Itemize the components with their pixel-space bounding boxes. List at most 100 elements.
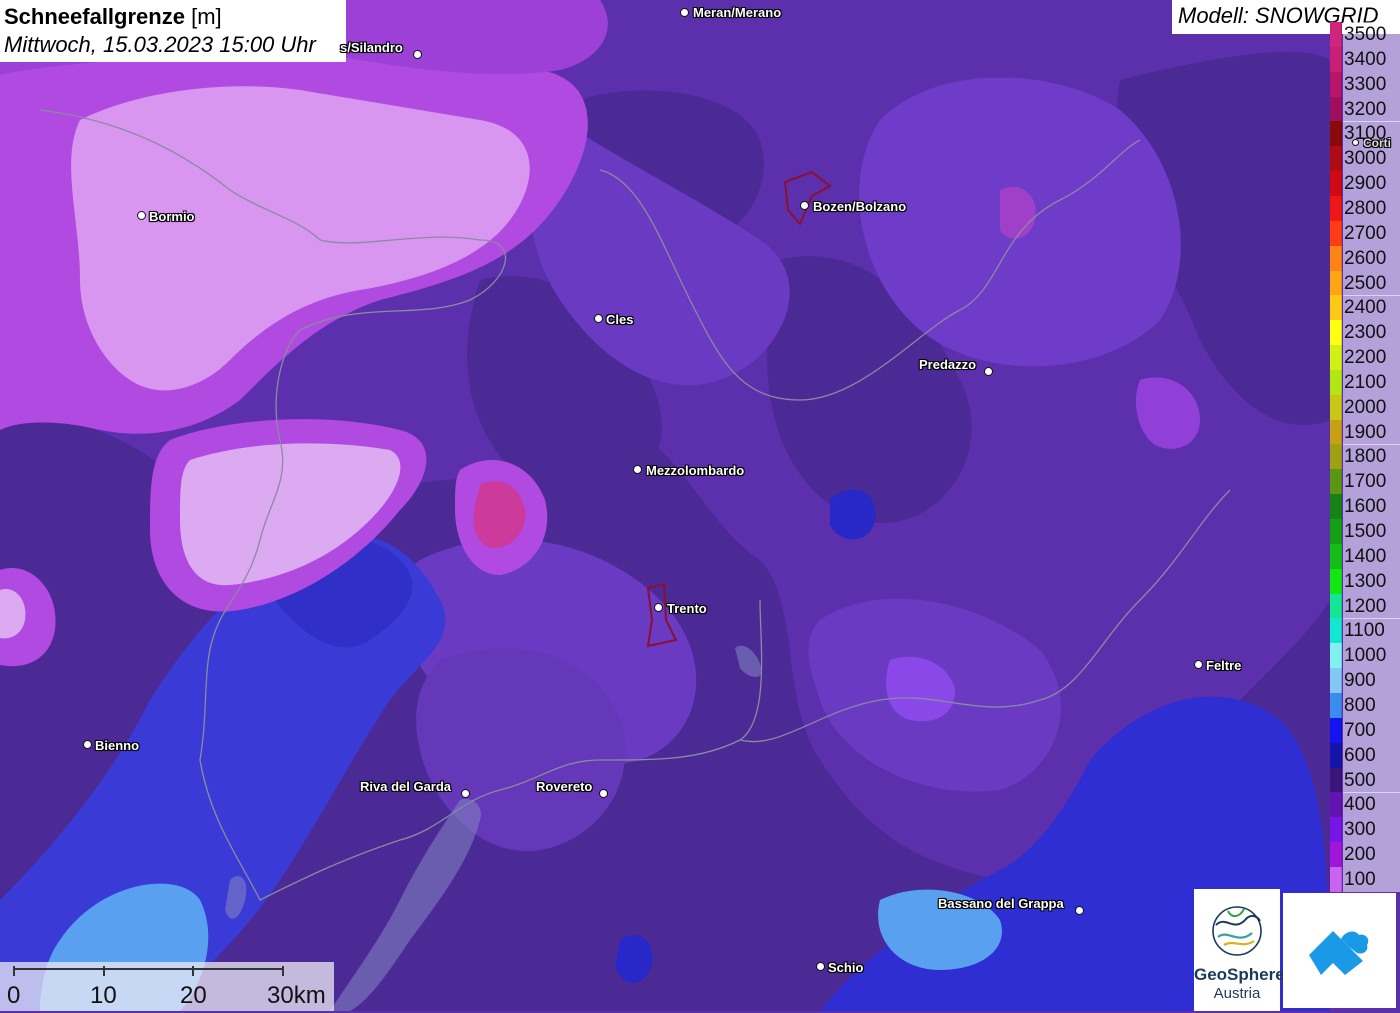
legend-swatch <box>1330 171 1342 197</box>
legend-swatch <box>1330 817 1342 843</box>
legend-label: 1700 <box>1343 469 1400 495</box>
legend-swatch <box>1330 22 1342 47</box>
legend-row: 800 <box>1330 692 1400 718</box>
legend-label: 800 <box>1343 692 1400 718</box>
legend-row: 600 <box>1330 742 1400 768</box>
map-title-unit: [m] <box>191 4 222 29</box>
legend-row: 2100 <box>1330 369 1400 395</box>
legend-label: 1600 <box>1343 494 1400 520</box>
legend-label: 3400 <box>1343 46 1400 72</box>
legend-swatch <box>1330 220 1342 246</box>
city-label: Schio <box>828 960 864 975</box>
legend-label: 100 <box>1343 866 1400 892</box>
app-logo[interactable] <box>1283 893 1396 1008</box>
legend-label: 200 <box>1343 842 1400 868</box>
legend-label: 900 <box>1343 668 1400 694</box>
legend-label: 3200 <box>1343 96 1400 122</box>
city-dot <box>83 740 92 749</box>
map-title: Schneefallgrenze [m] <box>4 3 342 31</box>
scale-label-30km: 30km <box>267 982 326 1009</box>
map-title-main: Schneefallgrenze <box>4 4 185 29</box>
legend-swatch <box>1330 568 1342 594</box>
legend-label: 2600 <box>1343 245 1400 271</box>
geosphere-emblem-icon <box>1212 906 1262 956</box>
city-dot <box>654 603 663 612</box>
snowfall-map[interactable] <box>0 0 1400 1011</box>
legend-swatch <box>1330 593 1342 619</box>
legend-label: 2500 <box>1343 270 1400 296</box>
legend-label: 300 <box>1343 817 1400 843</box>
map-datetime: Mittwoch, 15.03.2023 15:00 Uhr <box>4 32 316 57</box>
legend-row: 1600 <box>1330 494 1400 520</box>
legend-row: 3500 <box>1330 22 1400 47</box>
city-dot <box>1352 139 1359 146</box>
legend-swatch <box>1330 717 1342 743</box>
scale-label-10: 10 <box>90 982 117 1009</box>
legend-swatch <box>1330 444 1342 470</box>
legend-label: 1000 <box>1343 643 1400 669</box>
city-dot <box>984 367 993 376</box>
legend-row: 1200 <box>1330 593 1400 619</box>
city-dot <box>594 314 603 323</box>
legend-swatch <box>1330 767 1342 793</box>
legend-row: 1700 <box>1330 469 1400 495</box>
legend-label: 2100 <box>1343 369 1400 395</box>
legend-swatch <box>1330 320 1342 346</box>
legend-label: 1900 <box>1343 419 1400 445</box>
legend-label: 700 <box>1343 717 1400 743</box>
legend-label: 1300 <box>1343 568 1400 594</box>
scale-label-20: 20 <box>180 982 207 1009</box>
legend-swatch <box>1330 494 1342 520</box>
geosphere-logo-name: GeoSphere <box>1194 965 1285 984</box>
legend-row: 2800 <box>1330 195 1400 221</box>
legend-swatch <box>1330 668 1342 694</box>
city-dot <box>137 211 146 220</box>
legend-label: 2900 <box>1343 171 1400 197</box>
legend-swatch <box>1330 195 1342 221</box>
legend-label: 2200 <box>1343 345 1400 371</box>
legend-row: 3400 <box>1330 46 1400 72</box>
city-label: Corti <box>1363 136 1391 150</box>
legend-row: 1300 <box>1330 568 1400 594</box>
legend-label: 3300 <box>1343 71 1400 97</box>
scale-label-0: 0 <box>7 982 21 1009</box>
city-dot <box>800 201 809 210</box>
legend-swatch <box>1330 96 1342 122</box>
geosphere-logo[interactable]: GeoSphere Austria <box>1194 889 1285 1011</box>
app-logo-icon <box>1309 931 1369 975</box>
legend-label: 1800 <box>1343 444 1400 470</box>
title-box: Schneefallgrenze [m] Mittwoch, 15.03.202… <box>0 0 346 62</box>
legend-row: 100 <box>1330 866 1400 892</box>
legend-row: 400 <box>1330 792 1400 818</box>
city-dot <box>413 50 422 59</box>
legend-row: 900 <box>1330 668 1400 694</box>
legend-row: 2400 <box>1330 295 1400 321</box>
legend-label: 1500 <box>1343 519 1400 544</box>
legend-row: 3000 <box>1330 146 1400 172</box>
legend-swatch <box>1330 419 1342 445</box>
legend-row: 2000 <box>1330 394 1400 420</box>
legend-row: 1100 <box>1330 618 1400 644</box>
city-dot <box>633 465 642 474</box>
legend-label: 500 <box>1343 767 1400 793</box>
legend-row: 3200 <box>1330 96 1400 122</box>
city-label: Bormio <box>149 209 195 224</box>
legend-label: 1200 <box>1343 593 1400 619</box>
legend-swatch <box>1330 618 1342 644</box>
city-dot <box>680 8 689 17</box>
legend-swatch <box>1330 245 1342 271</box>
legend-swatch <box>1330 46 1342 72</box>
legend-row: 2500 <box>1330 270 1400 296</box>
legend-swatch <box>1330 866 1342 892</box>
legend-row: 2300 <box>1330 320 1400 346</box>
legend-label: 2000 <box>1343 394 1400 420</box>
geosphere-logo-country: Austria <box>1213 985 1261 1002</box>
legend-label: 2700 <box>1343 220 1400 246</box>
legend-row: 3300 <box>1330 71 1400 97</box>
legend-swatch <box>1330 394 1342 420</box>
legend-swatch <box>1330 469 1342 495</box>
scale-bar: 0 10 20 30km <box>0 962 334 1011</box>
legend-row: 1800 <box>1330 444 1400 470</box>
city-dot <box>1194 660 1203 669</box>
legend-row: 1500 <box>1330 519 1400 544</box>
